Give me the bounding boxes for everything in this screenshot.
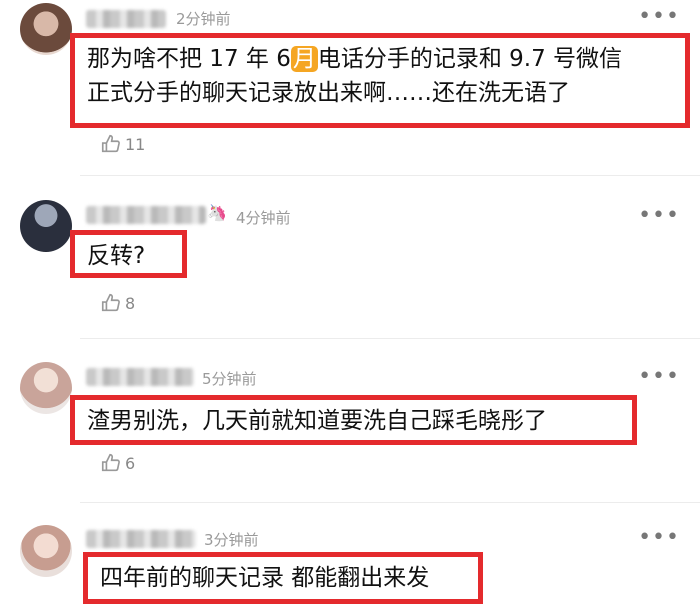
like-count: 11 xyxy=(125,134,146,154)
divider xyxy=(80,175,700,176)
comment-time: 2分钟前 xyxy=(176,10,231,28)
comment-text-highlight: 四年前的聊天记录 都能翻出来发 xyxy=(83,552,483,604)
comment-time: 3分钟前 xyxy=(204,531,259,549)
divider xyxy=(80,338,700,339)
username-blurred[interactable] xyxy=(86,206,206,224)
like-count: 6 xyxy=(125,453,136,473)
like-count: 8 xyxy=(125,293,136,313)
more-dots-icon[interactable]: ••• xyxy=(638,366,680,388)
more-dots-icon[interactable]: ••• xyxy=(638,6,680,28)
unicorn-badge-icon: 🦄 xyxy=(207,203,227,222)
month-badge: 月 xyxy=(290,46,318,72)
comment-text-line2: 正式分手的聊天记录放出来啊……还在洗无语了 xyxy=(87,80,570,106)
comment-time: 5分钟前 xyxy=(202,370,257,388)
comment-text-highlight: 那为啥不把 17 年 6月电话分手的记录和 9.7 号微信 正式分手的聊天记录放… xyxy=(70,33,690,128)
avatar[interactable] xyxy=(20,362,72,414)
comment-time: 4分钟前 xyxy=(236,209,291,227)
like-button[interactable]: 6 xyxy=(100,452,135,474)
comment-text-highlight: 渣男别洗，几天前就知道要洗自己踩毛晓彤了 xyxy=(70,395,637,445)
comment-text-line1: 那为啥不把 17 年 6月电话分手的记录和 9.7 号微信 xyxy=(87,46,623,72)
avatar[interactable] xyxy=(20,3,72,55)
avatar[interactable] xyxy=(20,525,72,577)
divider xyxy=(80,502,700,503)
username-blurred[interactable] xyxy=(86,530,196,548)
username-blurred[interactable] xyxy=(86,10,166,28)
username-blurred[interactable] xyxy=(86,368,194,386)
avatar[interactable] xyxy=(20,200,72,252)
more-dots-icon[interactable]: ••• xyxy=(638,205,680,227)
like-button[interactable]: 8 xyxy=(100,292,135,314)
thumbs-up-icon xyxy=(101,293,120,312)
thumbs-up-icon xyxy=(101,134,120,153)
comment-text-highlight: 反转? xyxy=(70,230,187,278)
like-button[interactable]: 11 xyxy=(100,133,145,155)
thumbs-up-icon xyxy=(101,453,120,472)
more-dots-icon[interactable]: ••• xyxy=(638,527,680,549)
